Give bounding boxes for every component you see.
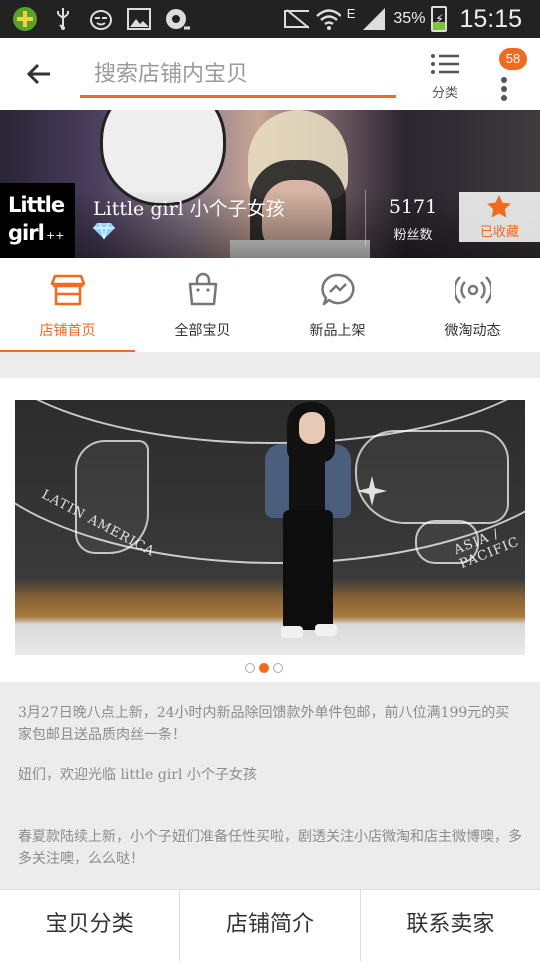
- tab-new-arrivals[interactable]: 新品上架: [270, 258, 405, 352]
- search-input[interactable]: [80, 54, 396, 98]
- shop-tabs: 店铺首页 全部宝贝 新品上架 微淘动态: [0, 258, 540, 353]
- cat-face-icon: [88, 6, 114, 32]
- new-arrival-icon: [320, 273, 354, 306]
- status-bar: E 35% ⚡ 15:15: [0, 0, 540, 38]
- battery-icon: ⚡: [431, 6, 448, 32]
- message-badge: 58: [499, 48, 527, 70]
- carousel-image[interactable]: LATIN AMERICA ASIA / PACIFIC: [15, 400, 525, 655]
- carousel-dot[interactable]: [259, 663, 269, 673]
- signal-icon: [361, 6, 387, 32]
- nfc-icon: [283, 6, 309, 32]
- contact-seller-button[interactable]: 联系卖家: [361, 890, 540, 961]
- photo-face: [299, 412, 325, 444]
- photo-shoe: [281, 626, 303, 638]
- shop-name: Little girl 小个子女孩: [93, 198, 285, 220]
- announcement-text: 3月27日晚八点上新，24小时内新品除回馈款外单件包邮，前八位满199元的买家包…: [18, 705, 510, 743]
- media-icon: [164, 6, 190, 32]
- shop-icon: [50, 274, 85, 306]
- usb-icon: [50, 6, 76, 32]
- shop-logo[interactable]: Little girl ++: [0, 183, 75, 258]
- carousel-dot[interactable]: [273, 663, 283, 673]
- bottom-bar: 宝贝分类 店铺简介 联系卖家: [0, 889, 540, 961]
- carousel-indicator: [245, 663, 283, 673]
- battery-percent: 35%: [393, 10, 426, 27]
- back-button[interactable]: [20, 54, 64, 94]
- shop-intro-button[interactable]: 店铺简介: [180, 890, 361, 961]
- clock: 15:15: [459, 4, 522, 33]
- shop-announcement: 3月27日晚八点上新，24小时内新品除回馈款外单件包邮，前八位满199元的买家包…: [0, 682, 540, 889]
- photo-shoe: [315, 624, 337, 636]
- star-icon: [486, 194, 512, 220]
- tab-weitao[interactable]: 微淘动态: [405, 258, 540, 352]
- tab-label: 全部宝贝: [174, 323, 231, 339]
- bag-icon: [188, 272, 217, 306]
- category-label: 分类: [431, 86, 458, 101]
- tab-all-items[interactable]: 全部宝贝: [135, 258, 270, 352]
- compass-star-icon: [357, 476, 387, 506]
- logo-text-2: girl: [8, 221, 45, 245]
- category-button[interactable]: 分类: [420, 46, 470, 106]
- arrow-left-icon: [26, 63, 50, 85]
- carousel-dot[interactable]: [245, 663, 255, 673]
- favorite-label: 已收藏: [479, 225, 519, 240]
- fans-count: 5171: [388, 196, 438, 218]
- categories-button[interactable]: 宝贝分类: [0, 890, 181, 961]
- diamond-icon: [93, 222, 115, 240]
- announcement-text: 春夏款陆续上新，小个子妞们准备任性买啦，剧透关注小店微淘和店主微博噢，多多关注噢…: [18, 829, 522, 867]
- list-icon: [431, 54, 459, 74]
- section-gap: [0, 352, 540, 378]
- tab-label: 店铺首页: [39, 323, 96, 339]
- divider: [365, 190, 366, 246]
- tab-shop-home[interactable]: 店铺首页: [0, 258, 135, 353]
- image-icon: [126, 6, 152, 32]
- network-type: E: [346, 5, 356, 21]
- tab-label: 新品上架: [309, 323, 366, 339]
- fans-label: 粉丝数: [393, 228, 433, 243]
- tab-label: 微淘动态: [444, 323, 501, 339]
- app-notification-icon: [12, 6, 38, 32]
- shop-header: Little girl ++ Little girl 小个子女孩 5171 粉丝…: [0, 110, 540, 258]
- search-bar: 分类 58: [0, 38, 540, 110]
- logo-mark: ++: [46, 229, 65, 242]
- announcement-text: 妞们，欢迎光临 little girl 小个子女孩: [18, 767, 257, 783]
- broadcast-icon: [454, 276, 491, 304]
- banner-carousel[interactable]: LATIN AMERICA ASIA / PACIFIC: [0, 378, 540, 682]
- photo-pants: [283, 510, 333, 630]
- wifi-icon: [315, 6, 341, 32]
- logo-text-1: Little: [8, 193, 65, 217]
- favorite-button[interactable]: 已收藏: [459, 192, 540, 242]
